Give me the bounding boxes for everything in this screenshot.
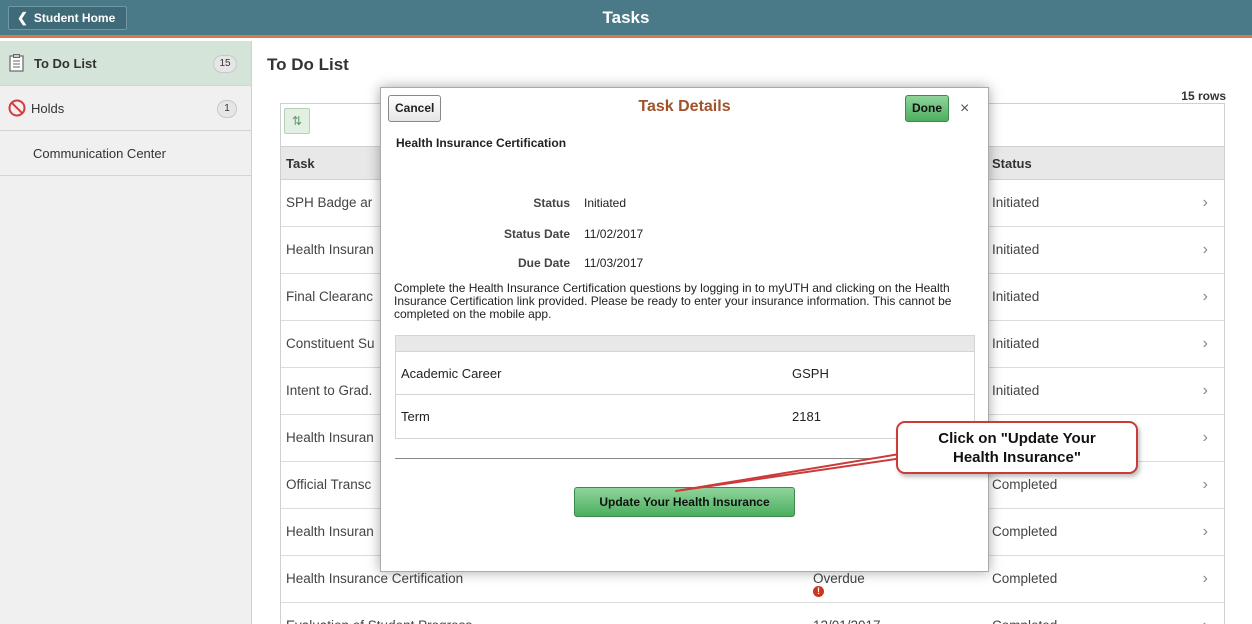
status-label: Status [533, 196, 570, 210]
status-value: Initiated [584, 196, 627, 210]
detail-label: Academic Career [401, 366, 502, 381]
status-date-value: 11/02/2017 [584, 227, 644, 241]
task-description: Complete the Health Insurance Certificat… [394, 281, 952, 321]
due-date-value: 11/03/2017 [584, 256, 644, 270]
table-row: Academic Career GSPH [396, 352, 974, 395]
detail-value: GSPH [792, 366, 829, 381]
detail-label: Term [401, 409, 430, 424]
dialog-header: Cancel Task Details Done × [381, 88, 988, 130]
callout-line-2: Health Insurance" [953, 449, 1081, 466]
instruction-callout: Click on "Update Your Health Insurance" [896, 421, 1138, 474]
done-button[interactable]: Done [905, 95, 949, 122]
callout-line-1: Click on "Update Your [938, 430, 1096, 447]
close-icon[interactable]: × [960, 100, 969, 118]
table-row: Term 2181 [396, 395, 974, 438]
detail-value: 2181 [792, 409, 821, 424]
dialog-title: Task Details [638, 98, 731, 115]
status-date-label: Status Date [503, 227, 570, 241]
task-details-dialog: Cancel Task Details Done × Health Insura… [380, 87, 989, 572]
detail-table-header [396, 336, 974, 352]
due-date-label: Due Date [517, 256, 570, 270]
task-name: Health Insurance Certification [396, 136, 567, 150]
task-detail-table: Academic Career GSPH Term 2181 [395, 335, 975, 439]
update-health-insurance-button[interactable]: Update Your Health Insurance [574, 487, 795, 517]
divider [395, 458, 975, 459]
